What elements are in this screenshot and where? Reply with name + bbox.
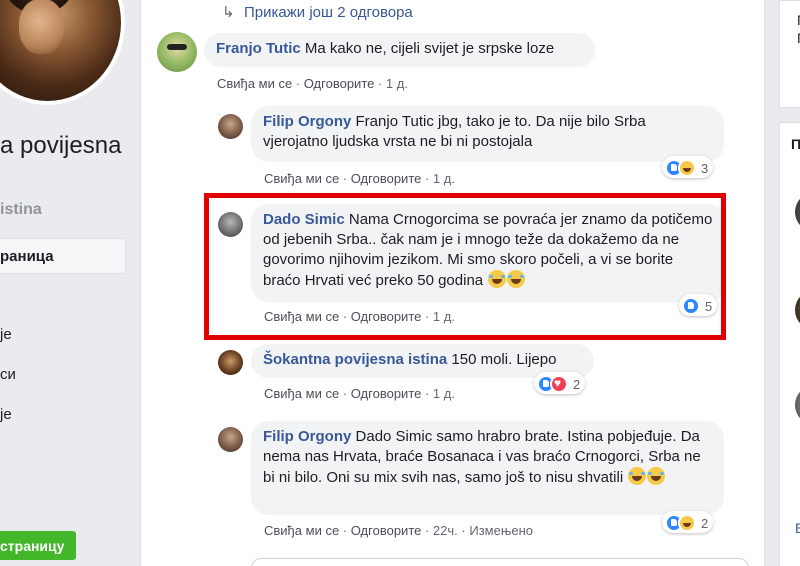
like-link[interactable]: Свиђа ми се xyxy=(264,386,339,401)
comment-time[interactable]: 1 д. xyxy=(433,171,455,186)
nav-item[interactable]: је xyxy=(0,326,12,343)
reaction-count: 2 xyxy=(573,376,581,392)
comment-time[interactable]: 22ч. xyxy=(433,523,458,538)
reaction-summary[interactable]: 2 xyxy=(662,511,714,533)
like-link[interactable]: Свиђа ми се xyxy=(217,76,292,91)
like-link[interactable]: Свиђа ми се xyxy=(264,523,339,538)
comment-text: Ma kako ne, cijeli svijet je srpske loze xyxy=(304,40,555,57)
reaction-summary[interactable]: 3 xyxy=(662,156,714,178)
edited-label[interactable]: Измењено xyxy=(469,523,533,538)
like-link[interactable]: Свиђа ми се xyxy=(264,171,339,186)
laughing-emoji-icon xyxy=(647,467,666,485)
avatar[interactable] xyxy=(218,427,243,452)
nav-item-page[interactable]: раница xyxy=(0,238,126,274)
right-sidebar-link[interactable]: Е xyxy=(795,520,800,536)
avatar[interactable] xyxy=(218,114,243,139)
comment-actions: Свиђа ми се · Одговорите · 1 д. xyxy=(264,386,455,401)
page-name[interactable]: a povijesna xyxy=(0,132,121,160)
comment-bubble: Franjo Tutic Ma kako ne, cijeli svijet j… xyxy=(204,33,595,67)
create-page-button[interactable]: страницу xyxy=(0,531,76,560)
comment-actions: Свиђа ми се · Одговорите · 1 д. xyxy=(217,76,408,91)
comment-text: 150 moli. Lijepo xyxy=(451,351,557,368)
comment-actions: Свиђа ми се · Одговорите · 22ч. · Измење… xyxy=(264,523,534,538)
left-sidebar: a povijesna istina раница је си је стран… xyxy=(0,0,140,566)
right-sidebar-box xyxy=(779,122,800,566)
highlight-box xyxy=(204,193,726,340)
comment-author[interactable]: Filip Orgony xyxy=(263,428,351,445)
love-reaction-icon xyxy=(550,375,568,393)
reaction-summary[interactable]: 2 xyxy=(534,372,586,394)
comment-actions: Свиђа ми се · Одговорите · 1 д. xyxy=(264,171,455,186)
show-more-replies-label: Прикажи још 2 одговора xyxy=(244,4,413,21)
avatar[interactable] xyxy=(157,32,197,72)
page-profile-picture[interactable] xyxy=(0,0,125,105)
reaction-count: 3 xyxy=(701,160,709,176)
comment-author[interactable]: Šokantna povijesna istina xyxy=(263,351,447,368)
avatar[interactable] xyxy=(218,350,243,375)
reply-arrow-icon: ↳ xyxy=(222,4,235,21)
reply-link[interactable]: Одговорите xyxy=(351,171,422,186)
haha-reaction-icon xyxy=(678,514,696,532)
comment-time[interactable]: 1 д. xyxy=(433,386,455,401)
write-comment-input[interactable] xyxy=(251,558,749,566)
comment-time[interactable]: 1 д. xyxy=(386,76,408,91)
laughing-emoji-icon xyxy=(628,467,647,485)
comment-bubble: Filip Orgony Franjo Tutic jbg, tako je t… xyxy=(251,106,724,162)
nav-item[interactable]: је xyxy=(0,406,12,423)
show-more-replies-link[interactable]: ↳ Прикажи још 2 одговора xyxy=(222,3,413,21)
right-sidebar-heading: П xyxy=(791,136,800,152)
reply-link[interactable]: Одговорите xyxy=(351,386,422,401)
nav-item[interactable]: си xyxy=(0,366,16,383)
comment-bubble: Filip Orgony Dado Simic samo hrabro brat… xyxy=(251,421,724,515)
comment-author[interactable]: Franjo Tutic xyxy=(216,40,301,57)
page-handle[interactable]: istina xyxy=(0,201,42,219)
reply-link[interactable]: Одговорите xyxy=(351,523,422,538)
haha-reaction-icon xyxy=(678,159,696,177)
reaction-count: 2 xyxy=(701,515,709,531)
reply-link[interactable]: Одговорите xyxy=(304,76,375,91)
comment-author[interactable]: Filip Orgony xyxy=(263,113,351,130)
